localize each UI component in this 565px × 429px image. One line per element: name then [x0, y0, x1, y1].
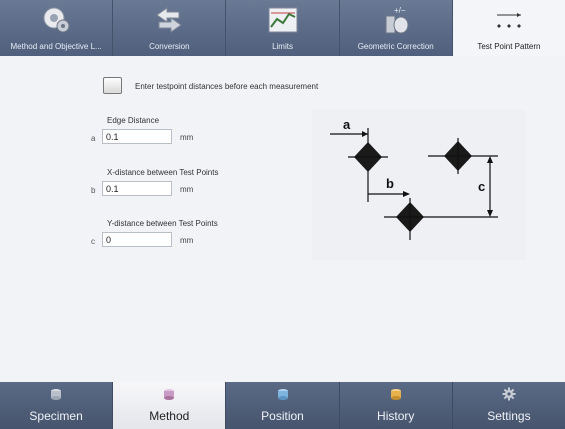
method-icon: [164, 389, 175, 400]
svg-text:+/−: +/−: [394, 6, 406, 15]
y-distance-title: Y-distance between Test Points: [107, 219, 218, 228]
x-distance-unit: mm: [180, 185, 194, 194]
edge-distance-title: Edge Distance: [107, 116, 160, 125]
nav-specimen[interactable]: Specimen: [0, 382, 114, 429]
nav-label: Method: [149, 409, 190, 423]
nav-label: History: [377, 409, 415, 423]
bottom-nav-bar: Specimen Method Position History Setting…: [0, 382, 565, 429]
label-a: a: [343, 117, 351, 132]
tab-label: Conversion: [149, 42, 190, 51]
edge-distance-input[interactable]: [102, 129, 172, 144]
tab-label: Geometric Correction: [357, 42, 434, 51]
tab-limits[interactable]: Limits: [226, 0, 340, 56]
test-point-pattern-diagram: a b c: [312, 110, 526, 260]
x-distance-title: X-distance between Test Points: [107, 168, 219, 177]
nav-label: Specimen: [29, 409, 83, 423]
nav-label: Position: [261, 409, 304, 423]
convert-arrows-icon: [156, 7, 183, 33]
geometric-correction-icon: +/−: [385, 6, 409, 34]
top-tab-bar: Method and Objective L... Conversion Lim…: [0, 0, 565, 56]
y-distance-letter: c: [91, 237, 95, 246]
label-b: b: [386, 176, 394, 191]
tab-geometric-correction[interactable]: +/− Geometric Correction: [340, 0, 453, 56]
x-distance-letter: b: [91, 186, 96, 195]
label-c: c: [478, 179, 485, 194]
limits-graph-icon: [268, 7, 297, 33]
y-distance-unit: mm: [180, 236, 194, 245]
enter-distances-label: Enter testpoint distances before each me…: [135, 82, 319, 91]
specimen-icon: [51, 389, 62, 400]
lens-disc-icon: [43, 7, 70, 33]
x-distance-input[interactable]: [102, 181, 172, 196]
edge-distance-unit: mm: [180, 133, 194, 142]
nav-method[interactable]: Method: [113, 382, 227, 429]
nav-settings[interactable]: Settings: [453, 382, 565, 429]
nav-position[interactable]: Position: [226, 382, 340, 429]
tab-label: Limits: [272, 42, 293, 51]
edge-distance-letter: a: [91, 134, 96, 143]
tab-conversion[interactable]: Conversion: [113, 0, 227, 56]
y-distance-input[interactable]: [102, 232, 172, 247]
tab-label: Method and Objective L...: [10, 42, 102, 51]
tab-test-point-pattern[interactable]: Test Point Pattern: [452, 0, 565, 56]
position-icon: [277, 389, 288, 400]
gear-icon: [502, 387, 516, 401]
tab-method-objective[interactable]: Method and Objective L...: [0, 0, 114, 56]
nav-label: Settings: [487, 409, 531, 423]
test-point-pattern-icon: [496, 13, 521, 28]
nav-history[interactable]: History: [340, 382, 453, 429]
history-icon: [390, 389, 401, 400]
tab-label: Test Point Pattern: [477, 42, 541, 51]
enter-distances-checkbox[interactable]: [103, 77, 122, 94]
